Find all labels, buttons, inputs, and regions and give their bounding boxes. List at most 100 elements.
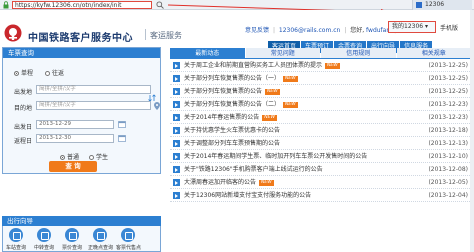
play-arrow-icon [173,179,180,186]
news-date: (2013-12-25) [428,88,468,95]
news-panel: 最新动态 常见问题 信用规则 相关规章 关于周工企业和前期直营购买务工人员团体票的提示… [170,48,472,252]
news-item[interactable]: 关于调整部分列车车票预售期的公告 (2013-12-13) [170,137,472,150]
guide-item-label: 车站查询 [5,245,26,251]
radio-icon [89,155,95,160]
guide-item[interactable]: 客票代售点 [116,228,142,251]
new-badge: NEW [262,115,277,121]
news-title: 关于调整部分列车车票预售期的公告 [184,140,281,147]
news-title: 关于部分列车恢复售票的公告（二） [184,101,281,108]
trip-type-roundtrip[interactable]: 往返 [45,68,64,77]
guide-item-label: 票价查询 [61,245,82,251]
travel-guide-title: 出行向导 [2,216,161,226]
news-date: (2013-12-23) [428,101,468,108]
guide-item-label: 中转查询 [33,245,54,251]
location-pin-icon[interactable] [154,102,160,110]
guide-item-label: 客票代售点 [116,245,142,251]
news-item[interactable]: 关于2014年春运售票的公告 NEW (2013-12-23) [170,111,472,124]
news-date: (2013-12-10) [428,153,468,160]
play-arrow-icon [173,88,180,95]
play-arrow-icon [173,140,180,147]
news-title: 关于部分列车恢复售票的公告 [184,88,263,95]
news-date: (2013-12-23) [428,114,468,121]
news-item[interactable]: 关于12306网站新增支付宝支付服务功能的公告 (2013-12-04) [170,189,472,202]
brand-divider [145,29,146,40]
site-brand[interactable]: 中国铁路客户服务中心 [28,29,133,44]
station-icon [9,228,23,242]
radio-icon [45,71,51,76]
depart-label: 出发日 [14,124,33,131]
travel-guide-items: 车站查询 中转查询 票价查询 正晚点查询 客票代售点 [4,228,142,251]
news-date: (2013-12-08) [428,166,468,173]
search-icon[interactable] [155,0,165,10]
news-item[interactable]: 关于2014年春运期间学生票、临时加开列车车票公开发售时间的公告 (2013-12… [170,150,472,163]
top-links: 意见反馈 | 12306@rails.com.cn | 您好, fwdufan … [245,25,412,34]
email-link[interactable]: 12306@rails.com.cn [279,27,340,34]
news-item[interactable]: 关于部分列车恢复售票的公告（一） NEW (2013-12-25) [170,72,472,85]
welcome-text: 您好, [350,27,365,34]
browser-tab[interactable]: 12306 [412,0,472,10]
news-title: 关于持优惠学生火车票优惠卡的公告 [184,127,281,134]
play-arrow-icon [173,101,180,108]
news-item[interactable]: 关于持优惠学生火车票优惠卡的公告 (2013-12-18) [170,124,472,137]
news-tab[interactable]: 相关规章 [396,48,471,58]
news-date: (2013-12-18) [428,127,468,134]
passenger-type-student[interactable]: 学生 [89,152,108,161]
my-account-label: 我的12306 [392,23,424,30]
news-item[interactable]: 关于周工企业和前期直营购买务工人员团体票的提示 NEW (2013-12-25) [170,59,472,72]
guide-item[interactable]: 中转查询 [32,228,56,251]
radio-icon [60,155,65,160]
play-arrow-icon [173,114,180,121]
to-station-input[interactable]: 简拼/全拼/汉字 [36,101,151,110]
depart-date-input[interactable]: 2013-12-29 [36,120,114,129]
guide-item[interactable]: 票价查询 [60,228,84,251]
mobile-link[interactable]: 手机版 [440,23,458,32]
new-badge: NEW [283,102,298,108]
return-date-input[interactable]: 2013-12-30 [36,134,114,143]
new-badge: NEW [265,89,280,95]
page-scrollbar[interactable] [470,10,474,252]
news-title: 关于12306网站新增支付宝支付服务功能的公告 [184,192,312,199]
passenger-type-group: 普通 学生 [60,152,108,161]
news-item[interactable]: 关于部分列车恢复售票的公告 NEW (2013-12-25) [170,85,472,98]
site-header: 中国铁路客户服务中心 客运服务 意见反馈 | 12306@rails.com.c… [0,10,474,53]
news-tab[interactable]: 最新动态 [170,48,245,58]
new-badge: NEW [325,63,340,69]
to-label: 目的地 [14,105,33,112]
feedback-link[interactable]: 意见反馈 [245,27,269,34]
trip-type-group: 单程 往返 [14,68,64,77]
price-icon [65,228,79,242]
play-arrow-icon [173,153,180,160]
play-arrow-icon [173,62,180,69]
passenger-type-adult[interactable]: 普通 [60,152,79,161]
guide-item[interactable]: 正晚点查询 [88,228,113,251]
news-date: (2013-12-25) [428,75,468,82]
news-tab[interactable]: 信用规则 [321,48,396,58]
query-button[interactable]: 查 询 [49,161,97,172]
mobile-label: 手机版 [440,25,459,32]
news-item[interactable]: 大漂周春运加开临客的公告 NEW (2013-12-05) [170,176,472,189]
from-station-input[interactable]: 简拼/全拼/汉字 [36,85,151,94]
url-field[interactable]: https://kyfw.12306.cn/otn/index/init [12,1,152,9]
username-link[interactable]: fwdufan [366,27,390,34]
from-label: 出发地 [14,89,33,96]
my-account-button[interactable]: 我的12306 ▾ [388,21,436,33]
news-title: 关于2014年春运售票的公告 [184,114,260,121]
calendar-icon[interactable] [118,120,126,128]
calendar-icon[interactable] [118,134,126,142]
news-title: 关于2014年春运期间学生票、临时加开列车车票公开发售时间的公告 [184,153,368,160]
railway-logo-icon [4,24,22,42]
news-item[interactable]: 关于"铁路12306"手机购票客户端上线试运行的公告 (2013-12-08) [170,163,472,176]
return-label: 返程日 [14,138,33,145]
news-tab[interactable]: 常见问题 [245,48,320,58]
news-title: 关于"铁路12306"手机购票客户端上线试运行的公告 [184,166,323,173]
play-arrow-icon [173,166,180,173]
site-subtitle: 客运服务 [150,31,182,40]
news-date: (2013-12-04) [428,192,468,199]
news-item[interactable]: 关于部分列车恢复售票的公告（二） NEW (2013-12-23) [170,98,472,111]
news-title: 大漂周春运加开临客的公告 [184,179,257,186]
ticket-search-title: 车票查询 [3,48,160,58]
news-title: 关于部分列车恢复售票的公告（一） [184,75,281,82]
tab-label: 12306 [425,1,445,8]
guide-item[interactable]: 车站查询 [4,228,28,251]
trip-type-oneway[interactable]: 单程 [14,68,33,77]
